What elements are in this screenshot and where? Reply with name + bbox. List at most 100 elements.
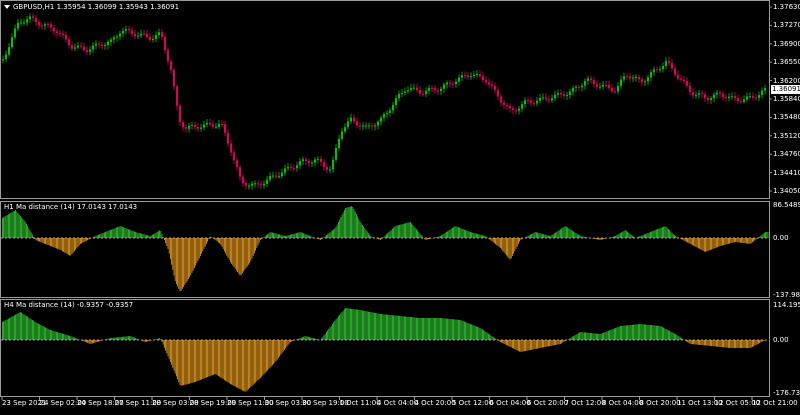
histogram-bar (675, 334, 676, 340)
candle-body (395, 98, 397, 105)
histogram-bar (735, 340, 736, 348)
histogram-bar (48, 329, 49, 340)
histogram-bar (34, 322, 35, 340)
histogram-bar (297, 233, 298, 238)
histogram-bar (586, 333, 587, 340)
histogram-bar (163, 340, 164, 345)
candle-body (95, 44, 97, 46)
histogram-bar (40, 325, 41, 340)
histogram-bar (354, 309, 355, 340)
histogram-bar (300, 232, 301, 238)
histogram-bar (630, 325, 631, 340)
candle-body (191, 125, 193, 126)
histogram-bar (290, 235, 291, 238)
candle-body (20, 23, 22, 24)
histogram-bar (721, 238, 722, 246)
histogram-bar (710, 238, 711, 250)
histogram-bar (694, 340, 695, 344)
histogram-bar (657, 229, 658, 238)
histogram-bar (288, 340, 289, 345)
histogram-bar (362, 225, 363, 238)
candle-body (758, 95, 760, 98)
histogram-bar (723, 340, 724, 347)
chart-window[interactable]: GBPUSD,H1 1.35954 1.36099 1.35943 1.3609… (0, 0, 800, 411)
histogram-bar (240, 340, 241, 389)
histogram-bar (282, 235, 283, 238)
histogram-bar (766, 232, 767, 238)
histogram-bar (469, 324, 470, 340)
menu-triangle-icon[interactable] (4, 5, 10, 9)
histogram-bar (393, 315, 394, 340)
histogram-bar (506, 238, 507, 255)
histogram-bar (393, 228, 394, 238)
histogram-bar (32, 320, 33, 340)
histogram-bar (441, 235, 442, 238)
price-axis-label: 1.36550 (773, 58, 800, 67)
histogram-bar (183, 238, 184, 287)
histogram-bar (757, 340, 758, 344)
histogram-bar (453, 227, 454, 238)
histogram-bar (504, 238, 505, 252)
histogram-bar (553, 340, 554, 345)
candle-body (635, 77, 637, 78)
histogram-bar (340, 314, 341, 340)
candle-body (209, 123, 211, 124)
histogram-bar (165, 238, 166, 243)
histogram-bar (400, 225, 401, 238)
indicator1-title: H1 Ma distance (14) 17.0143 17.0143 (4, 203, 137, 211)
histogram-bar (69, 238, 70, 256)
candle-body (401, 93, 403, 94)
histogram-bar (768, 232, 769, 238)
candle-body (86, 50, 88, 52)
histogram-bar (252, 238, 253, 258)
histogram-bar (129, 230, 130, 238)
histogram-bar (18, 313, 19, 340)
histogram-bar (176, 238, 177, 284)
histogram-bar (711, 238, 712, 250)
histogram-bar (26, 316, 27, 340)
histogram-bar (662, 327, 663, 340)
histogram-bar (598, 334, 599, 340)
histogram-bar (601, 334, 602, 340)
histogram-bar (740, 340, 741, 348)
histogram-bar (697, 238, 698, 248)
histogram-bar (192, 340, 193, 383)
histogram-bar (326, 235, 327, 238)
histogram-bar (670, 231, 671, 238)
candle-body (116, 36, 118, 37)
histogram-bar (616, 327, 617, 340)
histogram-bar (28, 228, 29, 238)
candle-body (611, 88, 613, 91)
histogram-bar (198, 238, 199, 261)
candle-body (146, 34, 148, 37)
candle-body (656, 69, 658, 70)
histogram-bar (562, 228, 563, 238)
histogram-bar (542, 340, 543, 348)
histogram-bar (478, 234, 479, 238)
histogram-bar (558, 340, 559, 344)
histogram-bar (386, 234, 387, 238)
histogram-bar (392, 315, 393, 340)
histogram-bar (126, 228, 127, 238)
histogram-bar (226, 238, 227, 256)
histogram-bar (470, 232, 471, 238)
histogram-bar (748, 340, 749, 348)
histogram-bar (222, 340, 223, 378)
histogram-bar (360, 310, 361, 340)
histogram-bar (79, 238, 80, 245)
histogram-bar (312, 237, 313, 238)
histogram-bar (445, 233, 446, 238)
histogram-bar (216, 340, 217, 374)
histogram-bar (111, 230, 112, 238)
histogram-bar (4, 217, 5, 238)
histogram-bar (57, 238, 58, 249)
candle-body (530, 100, 532, 102)
histogram-bar (710, 340, 711, 346)
histogram-bar (537, 340, 538, 349)
histogram-bar (250, 340, 251, 387)
histogram-bar (141, 234, 142, 238)
histogram-bar (424, 318, 425, 340)
histogram-bar (355, 212, 356, 238)
candle-body (149, 37, 151, 40)
candle-body (446, 83, 448, 85)
